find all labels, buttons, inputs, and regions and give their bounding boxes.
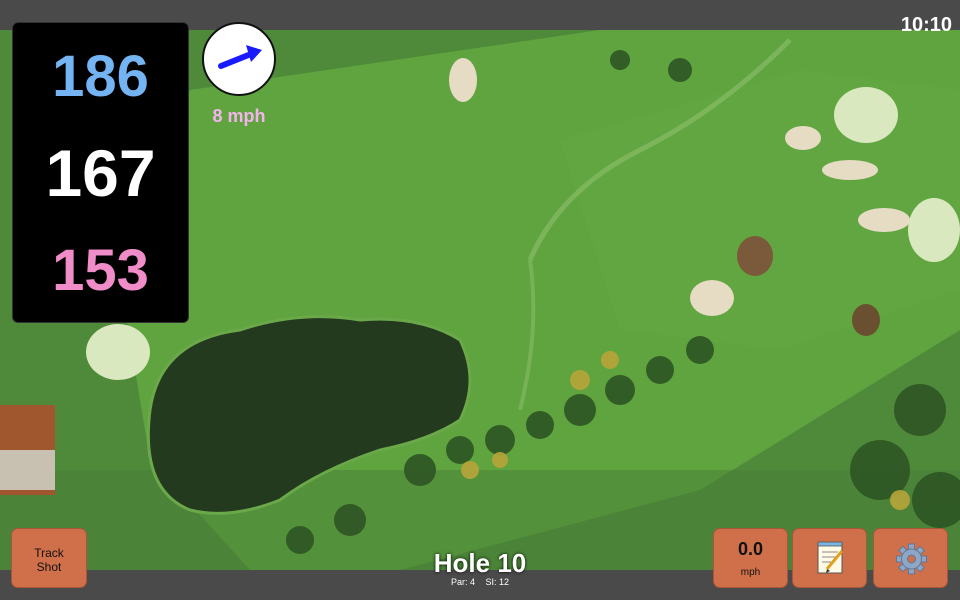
bunker-4 — [858, 208, 910, 232]
hole-stroke-index: SI: 12 — [485, 577, 510, 587]
speed-button[interactable]: 0.0 mph — [713, 528, 788, 588]
wind-compass — [202, 22, 276, 96]
green-left — [86, 324, 150, 380]
wind-speed: 8 mph — [212, 106, 266, 126]
green-right-2 — [908, 198, 960, 262]
bunker-6 — [737, 236, 773, 276]
bunker-5 — [690, 280, 734, 316]
clock: 10:10 — [900, 14, 952, 36]
distance-middle: 167 — [45, 136, 156, 210]
hole-info: Par: 4 SI: 12 — [380, 577, 580, 587]
bunker-7 — [852, 304, 880, 336]
distance-front: 153 — [52, 238, 149, 303]
notes-button[interactable] — [792, 528, 867, 588]
clubhouse-wall — [0, 450, 55, 490]
gear-icon — [896, 543, 927, 575]
bunker-3 — [822, 160, 878, 180]
track-shot-label-line1: Track — [34, 546, 64, 560]
bunker-2 — [785, 126, 821, 150]
notepad-icon — [817, 541, 844, 574]
track-shot-label-line2: Shot — [36, 560, 62, 574]
green-right-1 — [834, 87, 898, 143]
distance-back: 186 — [52, 44, 149, 109]
hole-title[interactable]: Hole 10 — [380, 548, 580, 579]
hole-par: Par: 4 — [450, 577, 475, 587]
speed-value: 0.0 — [737, 539, 764, 559]
distance-panel: 186 167 153 — [12, 22, 189, 323]
bunker-1 — [449, 58, 477, 102]
track-shot-button[interactable]: Track Shot — [11, 528, 87, 588]
settings-button[interactable] — [873, 528, 948, 588]
speed-unit: mph — [740, 567, 761, 578]
wind-direction-arrow-icon — [218, 45, 262, 69]
